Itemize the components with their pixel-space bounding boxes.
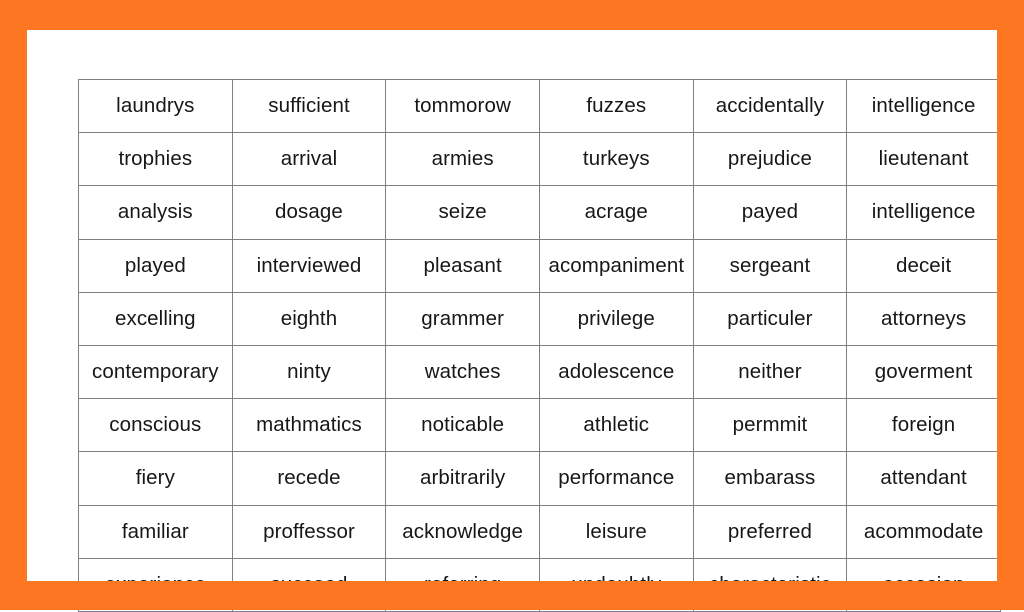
word-cell[interactable]: preferred bbox=[692, 504, 848, 559]
word-cell[interactable]: lieutenant bbox=[846, 132, 1001, 187]
word-cell[interactable]: arbitrarily bbox=[385, 451, 540, 506]
word-table-body: laundrys sufficient tommorow fuzzes accident… bbox=[78, 78, 1001, 612]
word-cell[interactable]: dosage bbox=[231, 185, 387, 240]
word-cell[interactable]: sergeant bbox=[692, 238, 848, 293]
word-cell[interactable]: contemporary bbox=[78, 344, 233, 400]
word-cell[interactable]: neither bbox=[692, 344, 848, 400]
word-cell[interactable]: intelligence bbox=[846, 185, 1001, 240]
word-cell[interactable]: proffessor bbox=[231, 504, 387, 559]
word-cell[interactable]: trophies bbox=[78, 132, 233, 187]
table-row: fiery recede arbitrarily performance embaras… bbox=[78, 451, 1001, 506]
word-cell[interactable]: characteristic bbox=[692, 557, 848, 612]
table-row: laundrys sufficient tommorow fuzzes accident… bbox=[78, 78, 1001, 134]
word-cell[interactable]: undoubtly bbox=[538, 557, 694, 612]
word-cell[interactable]: laundrys bbox=[78, 78, 233, 134]
word-cell[interactable]: referring bbox=[385, 557, 540, 612]
word-cell[interactable]: analysis bbox=[78, 185, 233, 240]
table-row: conscious mathmatics noticable athletic perm… bbox=[78, 398, 1001, 453]
word-cell[interactable]: permmit bbox=[692, 398, 848, 453]
word-cell[interactable]: mathmatics bbox=[231, 398, 387, 453]
word-cell[interactable]: familiar bbox=[78, 504, 233, 559]
word-cell[interactable]: particuler bbox=[692, 291, 848, 346]
word-cell[interactable]: played bbox=[78, 238, 233, 293]
word-cell[interactable]: prejudice bbox=[692, 132, 848, 187]
word-cell[interactable]: excelling bbox=[78, 291, 233, 346]
word-cell[interactable]: goverment bbox=[846, 344, 1001, 400]
word-cell[interactable]: privilege bbox=[538, 291, 694, 346]
table-row: excelling eighth grammer privilege particule… bbox=[78, 291, 1001, 346]
word-cell[interactable]: armies bbox=[385, 132, 540, 187]
word-cell[interactable]: attorneys bbox=[846, 291, 1001, 346]
word-cell[interactable]: acompaniment bbox=[538, 238, 694, 293]
word-cell[interactable]: grammer bbox=[385, 291, 540, 346]
word-cell[interactable]: seize bbox=[385, 185, 540, 240]
word-cell[interactable]: athletic bbox=[538, 398, 694, 453]
word-cell[interactable]: acknowledge bbox=[385, 504, 540, 559]
table-row: familiar proffessor acknowledge leisure pref… bbox=[78, 504, 1001, 559]
table-row: played interviewed pleasant acompaniment ser… bbox=[78, 238, 1001, 293]
word-cell[interactable]: attendant bbox=[846, 451, 1001, 506]
word-cell[interactable]: embarass bbox=[692, 451, 848, 506]
white-paper-area: laundrys sufficient tommorow fuzzes accident… bbox=[27, 30, 1001, 612]
page-root: laundrys sufficient tommorow fuzzes accident… bbox=[0, 0, 1024, 612]
spelling-words-table: laundrys sufficient tommorow fuzzes accident… bbox=[78, 78, 1001, 612]
word-cell[interactable]: arrival bbox=[231, 132, 387, 187]
word-cell[interactable]: leisure bbox=[538, 504, 694, 559]
word-cell[interactable]: foreign bbox=[846, 398, 1001, 453]
word-cell[interactable]: fuzzes bbox=[538, 78, 694, 134]
word-cell[interactable]: turkeys bbox=[538, 132, 694, 187]
word-cell[interactable]: noticable bbox=[385, 398, 540, 453]
word-table-container: laundrys sufficient tommorow fuzzes accident… bbox=[78, 78, 1001, 612]
word-cell[interactable]: deceit bbox=[846, 238, 1001, 293]
word-cell[interactable]: occasion bbox=[846, 557, 1001, 612]
word-cell[interactable]: performance bbox=[538, 451, 694, 506]
word-cell[interactable]: acommodate bbox=[846, 504, 1001, 559]
word-cell[interactable]: sufficient bbox=[231, 78, 387, 134]
table-row: trophies arrival armies turkeys prejudice lie… bbox=[78, 132, 1001, 187]
word-cell[interactable]: payed bbox=[692, 185, 848, 240]
word-cell[interactable]: watches bbox=[385, 344, 540, 400]
word-cell[interactable]: succeed bbox=[231, 557, 387, 612]
word-cell[interactable]: tommorow bbox=[385, 78, 540, 134]
word-cell[interactable]: eighth bbox=[231, 291, 387, 346]
word-cell[interactable]: recede bbox=[231, 451, 387, 506]
word-cell[interactable]: accidentally bbox=[692, 78, 848, 134]
table-row: analysis dosage seize acrage payed intelligen… bbox=[78, 185, 1001, 240]
word-cell[interactable]: conscious bbox=[78, 398, 233, 453]
word-cell[interactable]: intelligence bbox=[846, 78, 1001, 134]
table-row: contemporary ninty watches adolescence neith… bbox=[78, 344, 1001, 400]
word-cell[interactable]: pleasant bbox=[385, 238, 540, 293]
word-cell[interactable]: interviewed bbox=[231, 238, 387, 293]
word-cell[interactable]: ninty bbox=[231, 344, 387, 400]
word-cell[interactable]: acrage bbox=[538, 185, 694, 240]
word-cell[interactable]: fiery bbox=[78, 451, 233, 506]
word-cell[interactable]: adolescence bbox=[538, 344, 694, 400]
word-cell[interactable]: experience bbox=[78, 557, 233, 612]
table-row: experience succeed referring undoubtly chara… bbox=[78, 557, 1001, 612]
